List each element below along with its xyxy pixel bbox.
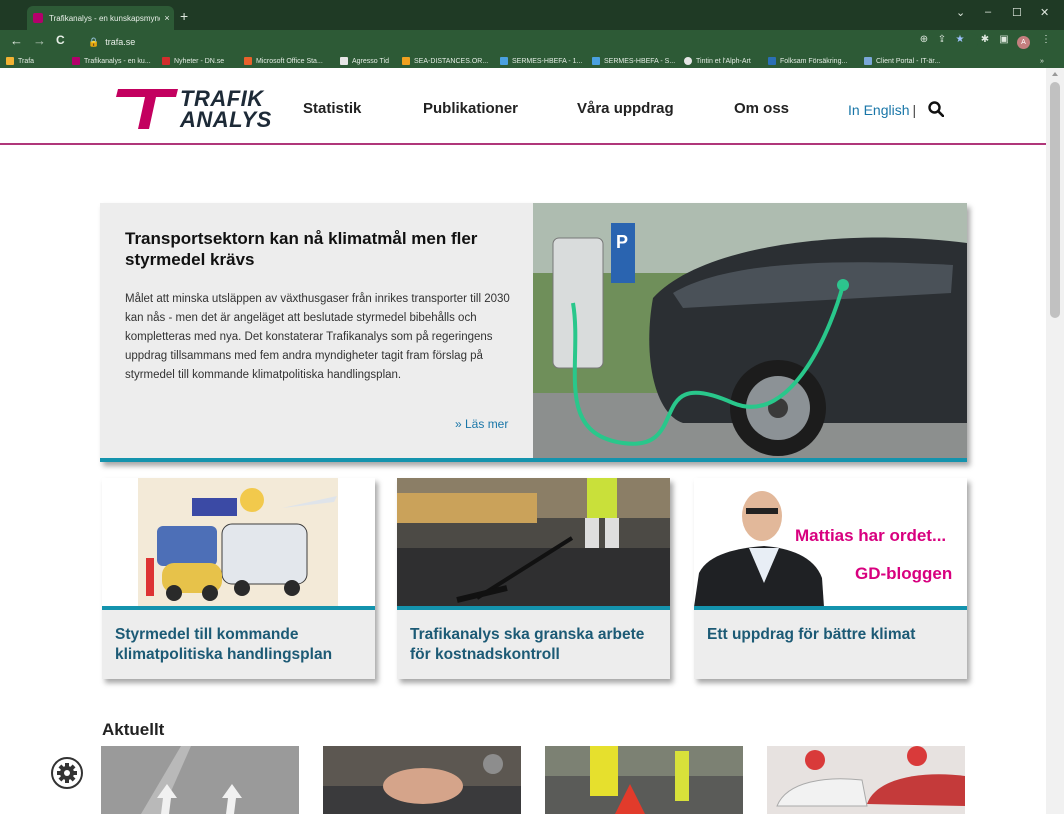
back-arrow-icon[interactable]: ← <box>10 33 23 48</box>
browser-tab-active[interactable]: Trafikanalys - en kunskapsmyndi × <box>27 6 174 30</box>
bookmark-item[interactable]: SERMES-HBEFA - 1... <box>500 55 582 67</box>
bookmark-favicon-icon <box>244 57 252 65</box>
trafa-favicon-icon <box>33 13 43 23</box>
scrollbar-thumb[interactable] <box>1050 82 1060 318</box>
card-kostnadskontroll[interactable]: Trafikanalys ska granska arbete för kost… <box>397 478 670 679</box>
hero-ev-charging-image[interactable]: P <box>533 203 967 458</box>
aktuellt-heading: Aktuellt <box>102 720 165 739</box>
card-title[interactable]: Styrmedel till kommande klimatpolitiska … <box>115 625 370 665</box>
news-traffic-accident-image[interactable] <box>545 746 743 814</box>
language-switch: In English | <box>848 102 916 118</box>
menu-kebab-icon[interactable]: ⋮ <box>1040 34 1052 46</box>
url-text: trafa.se <box>105 37 136 47</box>
bookmarks-bar: Trafa Trafikanalys - en ku... Nyheter - … <box>0 54 1064 68</box>
overlay-line-1: Mattias har ordet... <box>795 526 947 545</box>
bookmark-star-icon[interactable]: ★ <box>954 34 966 46</box>
forward-arrow-icon[interactable]: → <box>33 33 46 48</box>
news-cars-image[interactable] <box>767 746 965 814</box>
extensions-puzzle-icon[interactable]: ✱ <box>979 34 991 46</box>
bookmark-favicon-icon <box>340 57 348 65</box>
news-laptop-image[interactable] <box>323 746 521 814</box>
bookmark-favicon-icon <box>768 57 776 65</box>
scroll-up-arrow-icon[interactable] <box>1052 72 1058 76</box>
browser-tabstrip: Trafikanalys - en kunskapsmyndi × + ⌄ – … <box>0 0 1064 30</box>
gd-bloggen-overlay: Mattias har ordet... GD-bloggen <box>694 478 967 607</box>
lang-separator: | <box>912 102 917 118</box>
card-accent-bar <box>102 606 375 610</box>
bookmark-item[interactable]: Nyheter - DN.se <box>162 55 224 67</box>
lock-icon[interactable]: 🔒 <box>88 37 99 48</box>
share-icon[interactable]: ⇪ <box>936 34 948 46</box>
nav-publikationer[interactable]: Publikationer <box>423 100 518 117</box>
page-scrollbar[interactable] <box>1046 68 1064 814</box>
reload-icon[interactable]: C <box>56 33 65 47</box>
hero-teaser[interactable]: Transportsektorn kan nå klimatmål men fl… <box>100 203 967 462</box>
card-title[interactable]: Ett uppdrag för bättre klimat <box>707 625 962 645</box>
nav-om-oss[interactable]: Om oss <box>734 100 789 117</box>
maximize-button[interactable]: ☐ <box>1012 6 1022 19</box>
bookmark-item[interactable]: Agresso Tid <box>340 55 389 67</box>
bookmark-favicon-icon <box>162 57 170 65</box>
bookmark-item[interactable]: Trafikanalys - en ku... <box>72 55 151 67</box>
read-more-link[interactable]: » Läs mer <box>455 417 508 431</box>
close-window-button[interactable]: ✕ <box>1040 6 1049 19</box>
hero-text: Målet att minska utsläppen av växthusgas… <box>125 293 510 381</box>
bookmark-favicon-icon <box>72 57 80 65</box>
profile-avatar[interactable]: A <box>1017 36 1030 49</box>
card-illustration-image <box>102 478 375 607</box>
bookmark-favicon-icon <box>864 57 872 65</box>
card-gd-bloggen[interactable]: Mattias har ordet... GD-bloggen Ett uppd… <box>694 478 967 679</box>
tab-search-icon[interactable]: ⌄ <box>956 6 965 19</box>
zoom-icon[interactable]: ⊕ <box>918 34 930 46</box>
bookmark-item[interactable]: Trafa <box>6 55 34 67</box>
bookmark-favicon-icon <box>402 57 410 65</box>
web-page: TRAFIK ANALYS Statistik Publikationer Vå… <box>0 68 1046 814</box>
minimize-button[interactable]: – <box>985 6 991 18</box>
search-icon[interactable] <box>928 101 944 117</box>
address-bar[interactable]: 🔒 trafa.se <box>88 33 978 51</box>
tab-close-icon[interactable]: × <box>160 13 174 23</box>
cookie-settings-button[interactable] <box>51 757 83 789</box>
bookmark-item[interactable]: SEA-DISTANCES.OR... <box>402 55 488 67</box>
bookmark-favicon-icon <box>592 57 600 65</box>
card-styrmedel[interactable]: Styrmedel till kommande klimatpolitiska … <box>102 478 375 679</box>
in-english-link[interactable]: In English <box>848 102 909 118</box>
new-tab-button[interactable]: + <box>180 8 188 24</box>
bookmark-item[interactable]: SERMES-HBEFA - S... <box>592 55 675 67</box>
site-header: TRAFIK ANALYS Statistik Publikationer Vå… <box>0 68 1046 145</box>
parking-sign: P <box>616 232 628 252</box>
sidepanel-icon[interactable]: ▣ <box>998 34 1010 46</box>
overlay-line-2: GD-bloggen <box>855 564 953 583</box>
gear-icon <box>57 763 77 783</box>
card-road-work-image <box>397 478 670 607</box>
bookmark-folder-icon <box>6 57 14 65</box>
news-road-image[interactable] <box>101 746 299 814</box>
bookmark-favicon-icon <box>500 57 508 65</box>
bookmarks-overflow-button[interactable]: » <box>1040 55 1044 67</box>
nav-vara-uppdrag[interactable]: Våra uppdrag <box>577 100 674 117</box>
card-accent-bar <box>397 606 670 610</box>
nav-statistik[interactable]: Statistik <box>303 100 361 117</box>
address-toolbar: ← → C 🔒 trafa.se ⊕ ⇪ ★ ✱ ▣ ⋮ <box>0 30 1064 54</box>
card-title[interactable]: Trafikanalys ska granska arbete för kost… <box>410 625 665 665</box>
bookmark-favicon-icon <box>684 57 692 65</box>
bookmark-item[interactable]: Tintin et l'Alph-Art <box>684 55 751 67</box>
card-accent-bar <box>694 606 967 610</box>
bookmark-item[interactable]: Microsoft Office Sta... <box>244 55 323 67</box>
browser-tab-title: Trafikanalys - en kunskapsmyndi <box>49 13 160 23</box>
bookmark-item[interactable]: Client Portal - IT-är... <box>864 55 940 67</box>
bookmark-item[interactable]: Folksam Försäkring... <box>768 55 847 67</box>
hero-title[interactable]: Transportsektorn kan nå klimatmål men fl… <box>125 228 525 270</box>
logo-wordmark[interactable]: TRAFIK ANALYS <box>180 88 272 131</box>
